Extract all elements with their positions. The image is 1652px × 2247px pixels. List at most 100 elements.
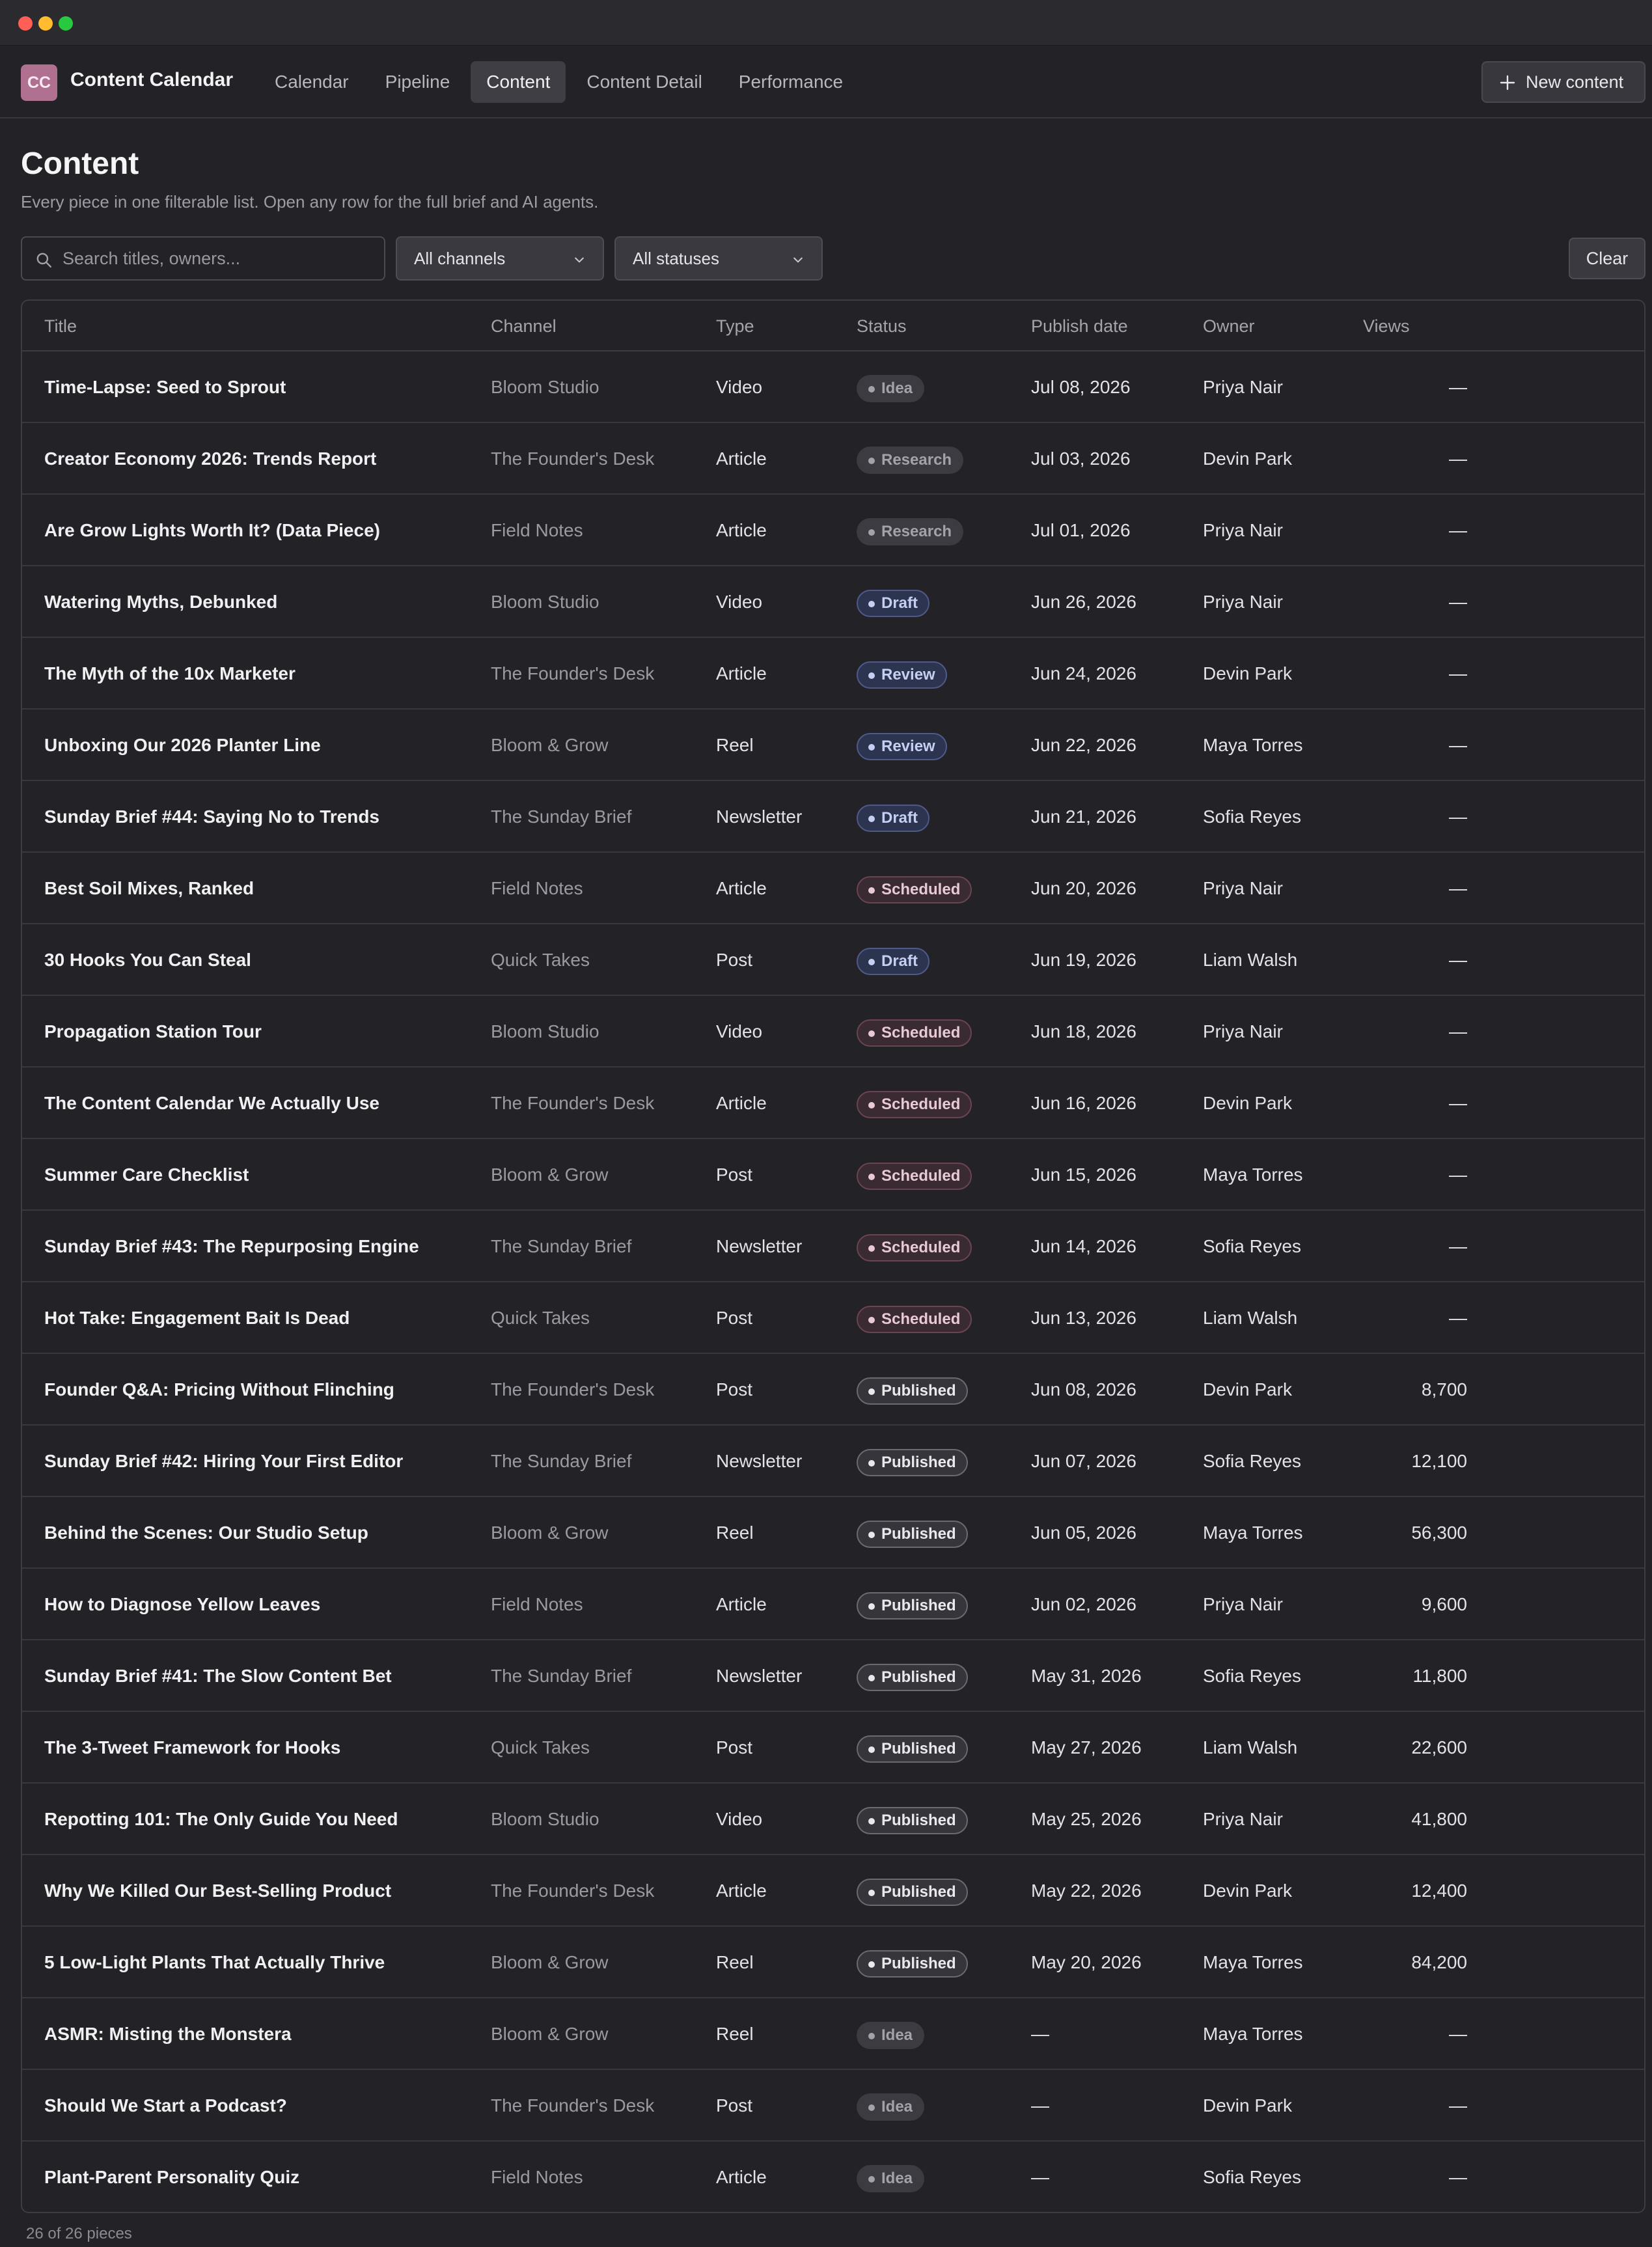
row-publish-date: — xyxy=(1031,2167,1049,2187)
row-owner: Devin Park xyxy=(1203,448,1292,469)
table-row[interactable]: Best Soil Mixes, Ranked Field Notes Articl… xyxy=(22,853,1644,924)
row-title[interactable]: Sunday Brief #44: Saying No to Trends xyxy=(44,781,379,853)
row-title[interactable]: The Content Calendar We Actually Use xyxy=(44,1068,379,1139)
clear-filters-button[interactable]: Clear xyxy=(1569,238,1645,279)
row-channel: The Sunday Brief xyxy=(491,1666,632,1686)
status-badge: Published xyxy=(857,1878,968,1906)
row-title[interactable]: How to Diagnose Yellow Leaves xyxy=(44,1569,320,1640)
tab-content-detail[interactable]: Content Detail xyxy=(571,61,717,103)
table-row[interactable]: Should We Start a Podcast? The Founder's … xyxy=(22,2070,1644,2142)
table-row[interactable]: The 3-Tweet Framework for Hooks Quick Tak… xyxy=(22,1712,1644,1784)
row-title[interactable]: 30 Hooks You Can Steal xyxy=(44,924,251,996)
row-title[interactable]: Plant-Parent Personality Quiz xyxy=(44,2142,299,2212)
tab-pipeline[interactable]: Pipeline xyxy=(370,61,466,103)
table-row[interactable]: ASMR: Misting the Monstera Bloom & Grow Re… xyxy=(22,1998,1644,2070)
status-filter-select[interactable]: All statuses xyxy=(614,236,823,281)
row-publish-date: Jun 19, 2026 xyxy=(1031,950,1136,970)
column-header-title[interactable]: Title xyxy=(44,316,77,337)
column-header-status[interactable]: Status xyxy=(857,316,907,337)
table-row[interactable]: Are Grow Lights Worth It? (Data Piece) Fi… xyxy=(22,495,1644,566)
row-title[interactable]: Watering Myths, Debunked xyxy=(44,566,277,638)
row-title[interactable]: Sunday Brief #41: The Slow Content Bet xyxy=(44,1640,392,1712)
row-title[interactable]: Should We Start a Podcast? xyxy=(44,2070,287,2142)
table-row[interactable]: Sunday Brief #44: Saying No to Trends The… xyxy=(22,781,1644,853)
row-channel: The Sunday Brief xyxy=(491,1236,632,1256)
row-title[interactable]: The 3-Tweet Framework for Hooks xyxy=(44,1712,340,1784)
row-title[interactable]: The Myth of the 10x Marketer xyxy=(44,638,296,710)
table-row[interactable]: Behind the Scenes: Our Studio Setup Bloom… xyxy=(22,1497,1644,1569)
row-title[interactable]: Propagation Station Tour xyxy=(44,996,262,1068)
table-row[interactable]: Watering Myths, Debunked Bloom Studio Vide… xyxy=(22,566,1644,638)
row-title[interactable]: Sunday Brief #43: The Repurposing Engine xyxy=(44,1211,419,1282)
table-row[interactable]: Why We Killed Our Best-Selling Product Th… xyxy=(22,1855,1644,1927)
table-row[interactable]: Creator Economy 2026: Trends Report The F… xyxy=(22,423,1644,495)
row-publish-date: Jun 08, 2026 xyxy=(1031,1379,1136,1399)
tab-content[interactable]: Content xyxy=(471,61,566,103)
tab-calendar[interactable]: Calendar xyxy=(259,61,365,103)
table-row[interactable]: The Content Calendar We Actually Use The … xyxy=(22,1068,1644,1139)
row-title[interactable]: Repotting 101: The Only Guide You Need xyxy=(44,1784,398,1855)
status-badge: Idea xyxy=(857,2093,925,2121)
row-views: — xyxy=(1449,663,1467,683)
search-input[interactable] xyxy=(62,238,375,279)
row-channel: Quick Takes xyxy=(491,1737,590,1758)
row-channel: Field Notes xyxy=(491,1594,583,1614)
row-publish-date: Jul 01, 2026 xyxy=(1031,520,1131,540)
column-header-views[interactable]: Views xyxy=(1363,316,1410,337)
row-title[interactable]: 5 Low-Light Plants That Actually Thrive xyxy=(44,1927,385,1998)
new-content-button[interactable]: New content xyxy=(1481,61,1645,103)
table-row[interactable]: Unboxing Our 2026 Planter Line Bloom & Gr… xyxy=(22,710,1644,781)
row-views: — xyxy=(1449,1021,1467,1041)
table-row[interactable]: How to Diagnose Yellow Leaves Field Notes… xyxy=(22,1569,1644,1640)
status-badge: Published xyxy=(857,1806,968,1834)
table-row[interactable]: Propagation Station Tour Bloom Studio Vide… xyxy=(22,996,1644,1068)
row-views: — xyxy=(1449,520,1467,540)
row-views: — xyxy=(1449,2024,1467,2044)
row-views: — xyxy=(1449,448,1467,469)
table-row[interactable]: Plant-Parent Personality Quiz Field Notes… xyxy=(22,2142,1644,2212)
column-header-owner[interactable]: Owner xyxy=(1203,316,1255,337)
maximize-window-icon[interactable] xyxy=(59,16,73,31)
row-title[interactable]: Time-Lapse: Seed to Sprout xyxy=(44,352,286,423)
row-owner: Sofia Reyes xyxy=(1203,2167,1301,2187)
row-title[interactable]: Hot Take: Engagement Bait Is Dead xyxy=(44,1282,350,1354)
row-title[interactable]: Are Grow Lights Worth It? (Data Piece) xyxy=(44,495,380,566)
table-row[interactable]: 5 Low-Light Plants That Actually Thrive B… xyxy=(22,1927,1644,1998)
row-owner: Priya Nair xyxy=(1203,377,1283,397)
table-row[interactable]: Sunday Brief #41: The Slow Content Bet Th… xyxy=(22,1640,1644,1712)
row-channel: The Founder's Desk xyxy=(491,1379,655,1399)
row-title[interactable]: Summer Care Checklist xyxy=(44,1139,249,1211)
tab-performance[interactable]: Performance xyxy=(723,61,859,103)
row-title[interactable]: Creator Economy 2026: Trends Report xyxy=(44,423,376,495)
row-type: Video xyxy=(716,377,763,397)
row-views: — xyxy=(1449,806,1467,827)
table-row[interactable]: Hot Take: Engagement Bait Is Dead Quick T… xyxy=(22,1282,1644,1354)
row-status-cell: Idea xyxy=(857,352,925,423)
table-row[interactable]: 30 Hooks You Can Steal Quick Takes Post Dra… xyxy=(22,924,1644,996)
row-views: — xyxy=(1449,2167,1467,2187)
column-header-type[interactable]: Type xyxy=(716,316,754,337)
minimize-window-icon[interactable] xyxy=(38,16,53,31)
row-title[interactable]: Unboxing Our 2026 Planter Line xyxy=(44,710,321,781)
table-row[interactable]: Sunday Brief #43: The Repurposing Engine… xyxy=(22,1211,1644,1282)
table-row[interactable]: Sunday Brief #42: Hiring Your First Edit… xyxy=(22,1426,1644,1497)
row-channel: Bloom Studio xyxy=(491,1809,599,1829)
column-header-channel[interactable]: Channel xyxy=(491,316,557,337)
row-publish-date: Jun 02, 2026 xyxy=(1031,1594,1136,1614)
row-title[interactable]: Best Soil Mixes, Ranked xyxy=(44,853,254,924)
row-title[interactable]: Sunday Brief #42: Hiring Your First Edit… xyxy=(44,1426,403,1497)
table-row[interactable]: Summer Care Checklist Bloom & Grow Post Sch… xyxy=(22,1139,1644,1211)
table-row[interactable]: The Myth of the 10x Marketer The Founder'… xyxy=(22,638,1644,710)
row-title[interactable]: Why We Killed Our Best-Selling Product xyxy=(44,1855,391,1927)
table-row[interactable]: Repotting 101: The Only Guide You Need Bl… xyxy=(22,1784,1644,1855)
row-title[interactable]: Founder Q&A: Pricing Without Flinching xyxy=(44,1354,394,1426)
column-header-publish-date[interactable]: Publish date xyxy=(1031,316,1128,337)
row-title[interactable]: Behind the Scenes: Our Studio Setup xyxy=(44,1497,368,1569)
content-table: Title Channel Type Status Publish date O… xyxy=(21,299,1645,2213)
row-title[interactable]: ASMR: Misting the Monstera xyxy=(44,1998,292,2070)
status-badge: Idea xyxy=(857,2021,925,2049)
close-window-icon[interactable] xyxy=(18,16,33,31)
table-row[interactable]: Founder Q&A: Pricing Without Flinching Th… xyxy=(22,1354,1644,1426)
channel-filter-select[interactable]: All channels xyxy=(396,236,604,281)
table-row[interactable]: Time-Lapse: Seed to Sprout Bloom Studio Vi… xyxy=(22,352,1644,423)
